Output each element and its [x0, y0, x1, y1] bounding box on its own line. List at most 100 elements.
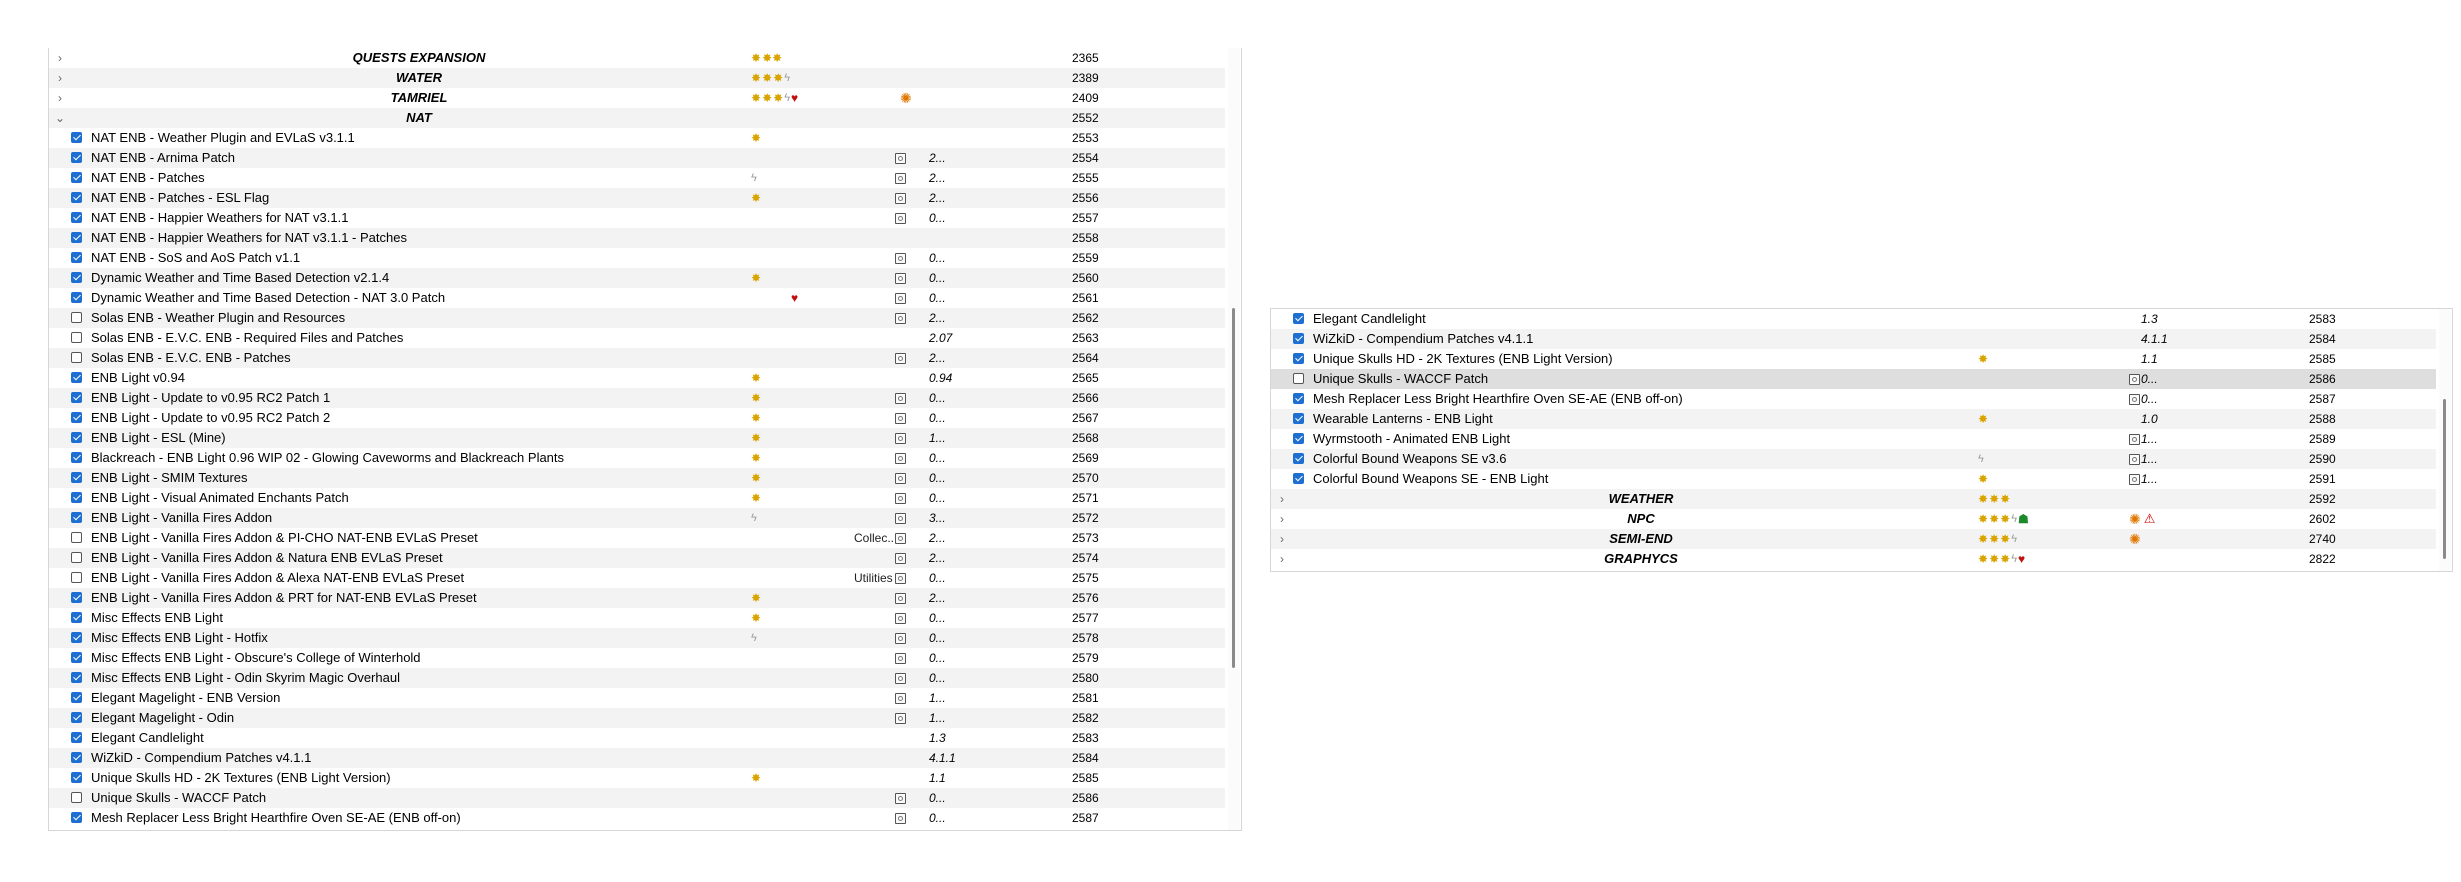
mod-checkbox[interactable] — [71, 512, 82, 523]
mod-row[interactable]: WiZkiD - Compendium Patches v4.1.1 4.1.1 2… — [1271, 329, 2436, 349]
mod-row[interactable]: NAT ENB - Arnima Patch 2... 2554 — [49, 148, 1225, 168]
notes-icon[interactable] — [895, 788, 912, 808]
notes-icon[interactable] — [895, 348, 912, 368]
chevron-right-icon[interactable]: › — [53, 68, 67, 88]
mod-checkbox[interactable] — [71, 812, 82, 823]
mod-row[interactable]: ENB Light - Visual Animated Enchants Pat… — [49, 488, 1225, 508]
mod-row[interactable]: Colorful Bound Weapons SE v3.6 ϟ 1... 2590 — [1271, 449, 2436, 469]
mod-checkbox[interactable] — [71, 672, 82, 683]
mod-row[interactable]: Elegant Candlelight 1.3 2583 — [49, 728, 1225, 748]
scrollbar-thumb[interactable] — [1232, 308, 1235, 668]
notes-icon[interactable] — [895, 448, 912, 468]
notes-icon[interactable] — [895, 528, 912, 548]
mod-row[interactable]: NAT ENB - Patches - ESL Flag ✸ 2... 2556 — [49, 188, 1225, 208]
mod-row[interactable]: Misc Effects ENB Light - Odin Skyrim Mag… — [49, 668, 1225, 688]
mod-row[interactable]: Elegant Magelight - ENB Version 1... 2581 — [49, 688, 1225, 708]
mod-row[interactable]: Misc Effects ENB Light - Hotfix ϟ 0... 2578 — [49, 628, 1225, 648]
chevron-down-icon[interactable]: ⌄ — [53, 108, 67, 128]
separator-row[interactable]: › WEATHER ✸ ✸ ✸ 2592 — [1271, 489, 2436, 509]
mod-checkbox[interactable] — [71, 752, 82, 763]
mod-checkbox[interactable] — [71, 212, 82, 223]
mod-checkbox[interactable] — [71, 492, 82, 503]
mod-row[interactable]: Unique Skulls - WACCF Patch 0... 2586 — [49, 788, 1225, 808]
separator-row[interactable]: › TAMRIEL ✸ ✸ ✸ ϟ ♥ ✺ 2409 — [49, 88, 1225, 108]
vertical-scrollbar[interactable] — [2439, 309, 2451, 571]
mod-checkbox[interactable] — [1293, 353, 1304, 364]
mod-row[interactable]: NAT ENB - Happier Weathers for NAT v3.1.… — [49, 228, 1225, 248]
notes-icon[interactable] — [895, 488, 912, 508]
notes-icon[interactable] — [895, 288, 912, 308]
mod-checkbox[interactable] — [71, 232, 82, 243]
chevron-right-icon[interactable]: › — [53, 88, 67, 108]
mod-checkbox[interactable] — [71, 472, 82, 483]
notes-icon[interactable] — [895, 568, 912, 588]
mod-row[interactable]: NAT ENB - SoS and AoS Patch v1.1 0... 2559 — [49, 248, 1225, 268]
mod-row[interactable]: Unique Skulls HD - 2K Textures (ENB Ligh… — [1271, 349, 2436, 369]
mod-row[interactable]: Misc Effects ENB Light - Obscure's Colle… — [49, 648, 1225, 668]
mod-checkbox[interactable] — [71, 292, 82, 303]
mod-row[interactable]: Dynamic Weather and Time Based Detection… — [49, 288, 1225, 308]
mod-checkbox[interactable] — [1293, 393, 1304, 404]
mod-checkbox[interactable] — [71, 152, 82, 163]
notes-icon[interactable] — [895, 248, 912, 268]
mod-checkbox[interactable] — [71, 572, 82, 583]
mod-checkbox[interactable] — [71, 632, 82, 643]
notes-icon[interactable] — [895, 588, 912, 608]
mod-checkbox[interactable] — [1293, 413, 1304, 424]
mod-row[interactable]: Unique Skulls - WACCF Patch 0... 2586 — [1271, 369, 2436, 389]
notes-icon[interactable] — [895, 408, 912, 428]
mod-checkbox[interactable] — [71, 652, 82, 663]
mod-checkbox[interactable] — [71, 792, 82, 803]
mod-checkbox[interactable] — [71, 452, 82, 463]
mod-checkbox[interactable] — [71, 332, 82, 343]
mod-checkbox[interactable] — [71, 592, 82, 603]
notes-icon[interactable] — [895, 148, 912, 168]
mod-row[interactable]: NAT ENB - Happier Weathers for NAT v3.1.… — [49, 208, 1225, 228]
notes-icon[interactable] — [895, 688, 912, 708]
mod-row[interactable]: Solas ENB - E.V.C. ENB - Required Files … — [49, 328, 1225, 348]
mod-row[interactable]: ENB Light - Vanilla Fires Addon & PRT fo… — [49, 588, 1225, 608]
mod-checkbox[interactable] — [71, 772, 82, 783]
chevron-right-icon[interactable]: › — [1275, 509, 1289, 529]
mod-checkbox[interactable] — [71, 352, 82, 363]
notes-icon[interactable] — [895, 668, 912, 688]
notes-icon[interactable] — [895, 428, 912, 448]
mod-row[interactable]: Colorful Bound Weapons SE - ENB Light ✸ 1.… — [1271, 469, 2436, 489]
mod-checkbox[interactable] — [71, 372, 82, 383]
mod-row[interactable]: ENB Light - SMIM Textures ✸ 0... 2570 — [49, 468, 1225, 488]
mod-row[interactable]: ENB Light - Vanilla Fires Addon & Natura… — [49, 548, 1225, 568]
mod-row[interactable]: Wyrmstooth - Animated ENB Light 1... 2589 — [1271, 429, 2436, 449]
separator-row[interactable]: › NPC ✸ ✸ ✸ ϟ ☗ ✺ ⚠ 2602 — [1271, 509, 2436, 529]
notes-icon[interactable] — [895, 808, 912, 828]
notes-icon[interactable] — [895, 468, 912, 488]
chevron-right-icon[interactable]: › — [1275, 489, 1289, 509]
mod-row[interactable]: Mesh Replacer Less Bright Hearthfire Ove… — [1271, 389, 2436, 409]
notes-icon[interactable] — [895, 708, 912, 728]
mod-row[interactable]: ENB Light - Update to v0.95 RC2 Patch 2 ✸… — [49, 408, 1225, 428]
mod-checkbox[interactable] — [71, 312, 82, 323]
mod-checkbox[interactable] — [1293, 473, 1304, 484]
mod-checkbox[interactable] — [71, 252, 82, 263]
mod-checkbox[interactable] — [71, 132, 82, 143]
notes-icon[interactable] — [895, 548, 912, 568]
mod-row[interactable]: ENB Light v0.94 ✸ 0.94 2565 — [49, 368, 1225, 388]
mod-checkbox[interactable] — [1293, 313, 1304, 324]
chevron-right-icon[interactable]: › — [1275, 529, 1289, 549]
mod-row[interactable]: Elegant Magelight - Odin 1... 2582 — [49, 708, 1225, 728]
mod-checkbox[interactable] — [71, 272, 82, 283]
mod-checkbox[interactable] — [71, 552, 82, 563]
mod-row[interactable]: Solas ENB - E.V.C. ENB - Patches 2... 2564 — [49, 348, 1225, 368]
notes-icon[interactable] — [895, 508, 912, 528]
separator-row[interactable]: › SEMI-END ✸ ✸ ✸ ϟ ✺ 2740 — [1271, 529, 2436, 549]
notes-icon[interactable] — [895, 168, 912, 188]
chevron-right-icon[interactable]: › — [53, 48, 67, 68]
notes-icon[interactable] — [895, 388, 912, 408]
mod-row[interactable]: Solas ENB - Weather Plugin and Resources… — [49, 308, 1225, 328]
notes-icon[interactable] — [895, 308, 912, 328]
mod-checkbox[interactable] — [1293, 333, 1304, 344]
mod-row[interactable]: Dynamic Weather and Time Based Detection… — [49, 268, 1225, 288]
mod-checkbox[interactable] — [1293, 453, 1304, 464]
mod-row[interactable]: ENB Light - Vanilla Fires Addon & PI-CHO… — [49, 528, 1225, 548]
mod-row[interactable]: Misc Effects ENB Light ✸ 0... 2577 — [49, 608, 1225, 628]
mod-row[interactable]: NAT ENB - Weather Plugin and EVLaS v3.1.… — [49, 128, 1225, 148]
